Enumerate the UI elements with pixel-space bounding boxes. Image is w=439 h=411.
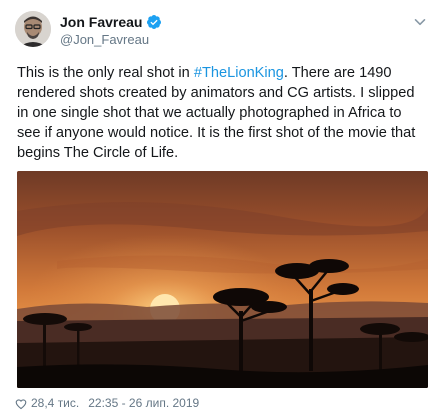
avatar[interactable]	[15, 11, 51, 47]
tweet-photo[interactable]	[17, 171, 428, 388]
display-name[interactable]: Jon Favreau	[60, 13, 142, 31]
heart-icon[interactable]	[15, 398, 27, 410]
tweet-card: Jon Favreau @Jon_Favreau This is the onl…	[0, 0, 439, 411]
savanna-sunset-image	[17, 171, 428, 388]
chevron-down-icon[interactable]	[413, 15, 427, 29]
hashtag-link[interactable]: #TheLionKing	[194, 65, 284, 81]
tweet-text: This is the only real shot in #TheLionKi…	[17, 63, 427, 163]
verified-badge-icon	[147, 15, 162, 29]
author-name-row[interactable]: Jon Favreau	[60, 13, 162, 31]
likes-count[interactable]: 28,4 тис.	[31, 396, 79, 411]
avatar-image	[15, 11, 51, 47]
timestamp[interactable]: 22:35 - 26 лип. 2019	[88, 396, 199, 411]
tweet-footer: 28,4 тис. 22:35 - 26 лип. 2019	[15, 396, 199, 411]
author-handle[interactable]: @Jon_Favreau	[60, 32, 149, 48]
tweet-text-start: This is the only real shot in	[17, 65, 194, 81]
